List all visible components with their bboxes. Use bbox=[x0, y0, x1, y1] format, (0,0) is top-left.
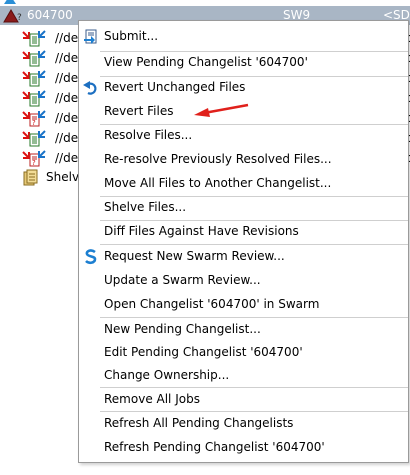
menu-item-shelve-files[interactable]: Shelve Files... bbox=[79, 196, 408, 218]
file-path: //de bbox=[55, 31, 79, 45]
changelist-warning-icon: ? bbox=[3, 9, 22, 23]
menu-item-update-swarm-review[interactable]: Update a Swarm Review... bbox=[79, 269, 408, 291]
svg-text:?: ? bbox=[32, 159, 36, 167]
scroll-up-arrow-icon[interactable] bbox=[4, 0, 16, 4]
shelve-label: Shelv bbox=[46, 170, 80, 184]
menu-item-resolve-files[interactable]: Resolve Files... bbox=[79, 124, 408, 146]
menu-item-label: Revert Files bbox=[104, 104, 174, 118]
menu-item-revert-unchanged-files[interactable]: Revert Unchanged Files bbox=[79, 76, 408, 98]
menu-item-label: New Pending Changelist... bbox=[104, 322, 261, 336]
menu-item-label: Move All Files to Another Changelist... bbox=[104, 176, 332, 190]
menu-item-label: View Pending Changelist '604700' bbox=[104, 55, 308, 69]
menu-item-refresh-pending-changelist[interactable]: Refresh Pending Changelist '604700' bbox=[79, 436, 408, 458]
file-path: //de bbox=[55, 71, 79, 85]
menu-item-diff-files[interactable]: Diff Files Against Have Revisions bbox=[79, 220, 408, 242]
menu-item-request-swarm-review[interactable]: Request New Swarm Review... bbox=[79, 245, 408, 267]
file-edit-icon bbox=[22, 90, 46, 107]
menu-item-refresh-all-pending[interactable]: Refresh All Pending Changelists bbox=[79, 412, 408, 434]
menu-item-change-ownership[interactable]: Change Ownership... bbox=[79, 364, 408, 386]
menu-item-label: Revert Unchanged Files bbox=[104, 80, 246, 94]
menu-item-remove-all-jobs[interactable]: Remove All Jobs bbox=[79, 388, 408, 410]
menu-item-label: Remove All Jobs bbox=[104, 392, 200, 406]
file-delete-icon: ? bbox=[22, 110, 46, 127]
svg-text:?: ? bbox=[32, 119, 36, 127]
menu-item-label: Shelve Files... bbox=[104, 200, 187, 214]
menu-item-move-files[interactable]: Move All Files to Another Changelist... bbox=[79, 172, 408, 194]
revert-arrow-icon bbox=[83, 81, 97, 95]
file-path: //de bbox=[55, 51, 79, 65]
file-delete-icon: ? bbox=[22, 150, 46, 167]
svg-text:?: ? bbox=[17, 13, 22, 23]
file-edit-icon bbox=[22, 70, 46, 87]
menu-item-label: Resolve Files... bbox=[104, 128, 193, 142]
menu-item-label: Refresh All Pending Changelists bbox=[104, 416, 294, 430]
context-menu: Submit... View Pending Changelist '60470… bbox=[78, 20, 409, 463]
menu-item-view-pending-changelist[interactable]: View Pending Changelist '604700' bbox=[79, 51, 408, 73]
menu-item-label: Submit... bbox=[104, 29, 159, 43]
file-path: //de bbox=[55, 91, 79, 105]
file-edit-icon bbox=[22, 30, 46, 47]
menu-item-edit-pending-changelist[interactable]: Edit Pending Changelist '604700' bbox=[79, 341, 408, 363]
submit-icon bbox=[84, 29, 97, 44]
menu-item-label: Update a Swarm Review... bbox=[104, 273, 261, 287]
file-edit-icon bbox=[22, 130, 46, 147]
file-edit-icon bbox=[22, 50, 46, 67]
menu-item-open-in-swarm[interactable]: Open Changelist '604700' in Swarm bbox=[79, 293, 408, 315]
swarm-icon bbox=[85, 249, 97, 265]
changelist-number: 604700 bbox=[27, 8, 73, 22]
menu-item-submit[interactable]: Submit... bbox=[79, 25, 408, 47]
menu-item-label: Refresh Pending Changelist '604700' bbox=[104, 440, 325, 454]
menu-item-label: Re-resolve Previously Resolved Files... bbox=[104, 152, 332, 166]
annotation-arrow-icon bbox=[194, 103, 249, 117]
shelve-icon bbox=[23, 169, 38, 186]
file-path: //de bbox=[55, 111, 79, 125]
file-path: //de bbox=[55, 151, 79, 165]
menu-item-re-resolve-files[interactable]: Re-resolve Previously Resolved Files... bbox=[79, 148, 408, 170]
menu-item-label: Diff Files Against Have Revisions bbox=[104, 224, 299, 238]
menu-item-new-pending-changelist[interactable]: New Pending Changelist... bbox=[79, 318, 408, 340]
menu-item-label: Change Ownership... bbox=[104, 368, 230, 382]
menu-item-label: Edit Pending Changelist '604700' bbox=[104, 345, 303, 359]
menu-item-label: Open Changelist '604700' in Swarm bbox=[104, 297, 320, 311]
menu-item-label: Request New Swarm Review... bbox=[104, 249, 285, 263]
file-path: //de bbox=[55, 131, 79, 145]
